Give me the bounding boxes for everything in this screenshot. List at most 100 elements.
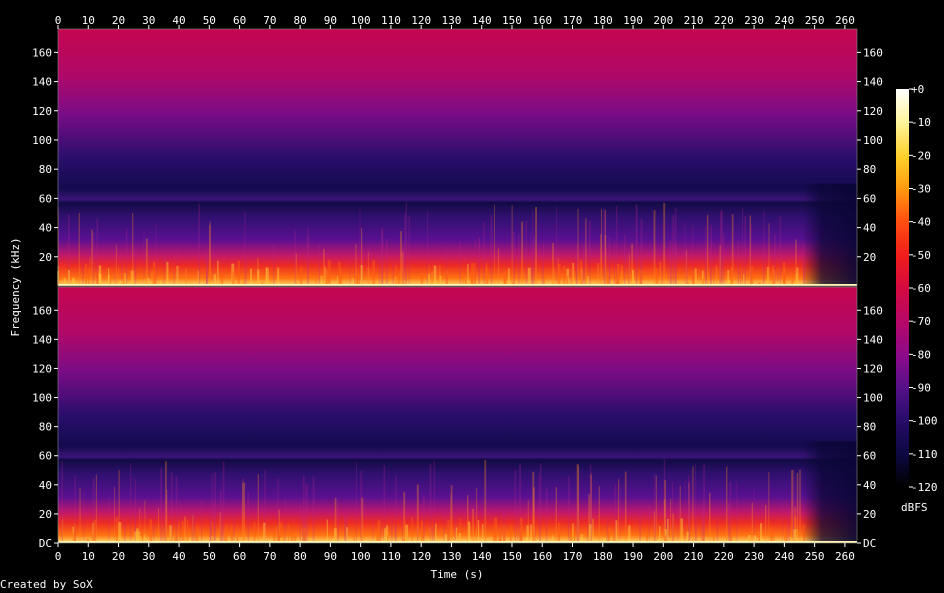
y-tick-label-right: 160 [863,46,883,59]
x-tick-label-top: 50 [203,14,216,27]
x-tick-label-bottom: 160 [532,550,552,563]
y-tick-label-left: 140 [32,333,52,346]
x-tick-label-bottom: 190 [623,550,643,563]
y-tick-label-left: 40 [39,222,52,235]
x-tick-label-top: 20 [112,14,125,27]
y-tick-label-right: 60 [863,192,876,205]
x-tick-label-bottom: 10 [82,550,95,563]
x-tick-label-top: 80 [293,14,306,27]
x-tick-label-bottom: 200 [653,550,673,563]
x-tick-label-bottom: 50 [203,550,216,563]
x-tick-label-bottom: 80 [293,550,306,563]
x-tick-label-bottom: 240 [774,550,794,563]
channel-1-panel [57,28,858,287]
x-tick-label-top: 130 [442,14,462,27]
y-tick-label-right: DC [863,537,876,550]
x-tick-label-top: 150 [502,14,522,27]
colorbar-tick-label: -60 [911,282,931,295]
x-tick-label-bottom: 250 [805,550,825,563]
x-tick-label-bottom: 230 [744,550,764,563]
y-tick-label-left: 120 [32,105,52,118]
y-tick-label-right: 80 [863,163,876,176]
x-tick-label-top: 160 [532,14,552,27]
x-tick-label-top: 120 [411,14,431,27]
x-tick-label-top: 250 [805,14,825,27]
x-tick-label-bottom: 100 [351,550,371,563]
colorbar-tick-label: -80 [911,348,931,361]
spectrogram: 0 10 20 30 40 50 60 70 80 90 100 110 120 130 140 150 160… [9,14,938,581]
colorbar-scale [896,89,909,487]
x-tick-label-top: 230 [744,14,764,27]
x-tick-label-top: 0 [55,14,62,27]
y-tick-label-right: 20 [863,251,876,264]
x-tick-label-top: 180 [593,14,613,27]
x-tick-label-top: 30 [142,14,155,27]
y-tick-label-right: 100 [863,392,883,405]
colorbar-tick-label: -70 [911,315,931,328]
y-tick-label-right: 100 [863,134,883,147]
y-tick-label-right: 120 [863,105,883,118]
channel-2-panel [57,286,858,544]
x-tick-label-bottom: 60 [233,550,246,563]
x-tick-label-bottom: 40 [172,550,185,563]
colorbar-tick-label: -10 [911,116,931,129]
y-tick-label-right: 60 [863,450,876,463]
colorbar-tick-label: -100 [911,415,938,428]
y-tick-label-left: 60 [39,450,52,463]
y-axis-label: Frequency (kHz) [9,237,22,336]
x-tick-label-top: 40 [172,14,185,27]
y-tick-label-left: 80 [39,163,52,176]
x-tick-label-top: 190 [623,14,643,27]
x-tick-label-bottom: 0 [55,550,62,563]
x-tick-label-bottom: 70 [263,550,276,563]
y-tick-label-right: 20 [863,508,876,521]
y-tick-label-left: 100 [32,392,52,405]
y-tick-label-left: 60 [39,192,52,205]
y-tick-label-right: 160 [863,304,883,317]
x-tick-label-bottom: 20 [112,550,125,563]
x-tick-label-top: 210 [684,14,704,27]
colorbar-tick-label: -90 [911,382,931,395]
x-tick-label-bottom: 210 [684,550,704,563]
x-tick-label-top: 90 [324,14,337,27]
y-tick-label-left: 20 [39,251,52,264]
x-tick-label-top: 200 [653,14,673,27]
x-tick-label-bottom: 180 [593,550,613,563]
y-tick-label-left: 120 [32,362,52,375]
y-tick-label-left: 20 [39,508,52,521]
x-tick-label-top: 60 [233,14,246,27]
colorbar-tick-label: -20 [911,149,931,162]
x-tick-label-bottom: 220 [714,550,734,563]
x-tick-label-top: 260 [835,14,855,27]
colorbar-tick-label: -110 [911,448,938,461]
x-tick-label-bottom: 140 [472,550,492,563]
y-tick-label-right: 80 [863,421,876,434]
colorbar-tick-label: +0 [911,83,924,96]
channel-1-fadeout [802,183,857,284]
channel-1-background [58,29,857,286]
x-tick-label-top: 110 [381,14,401,27]
y-tick-label-left: 160 [32,46,52,59]
y-tick-label-left: 100 [32,134,52,147]
colorbar: +0 -10 -20 -30 -40 -50 -60 -70 -80 -90 -100 -110 -12… [896,83,938,514]
x-tick-label-top: 220 [714,14,734,27]
x-tick-label-bottom: 30 [142,550,155,563]
y-tick-label-left: 40 [39,479,52,492]
x-tick-label-top: 100 [351,14,371,27]
colorbar-label: dBFS [901,501,928,514]
x-axis-label: Time (s) [431,568,484,581]
channel-2-fadeout [802,441,857,541]
y-tick-label-right: 140 [863,333,883,346]
colorbar-tick-label: -30 [911,183,931,196]
colorbar-tick-label: -50 [911,249,931,262]
y-tick-label-right: 120 [863,362,883,375]
x-tick-label-top: 10 [82,14,95,27]
x-tick-label-bottom: 170 [563,550,583,563]
footer-credit: Created by SoX [0,578,93,591]
x-tick-label-bottom: 260 [835,550,855,563]
x-tick-label-bottom: 90 [324,550,337,563]
y-tick-label-left: DC [39,537,52,550]
x-tick-label-bottom: 130 [442,550,462,563]
x-tick-label-top: 140 [472,14,492,27]
x-tick-label-top: 70 [263,14,276,27]
